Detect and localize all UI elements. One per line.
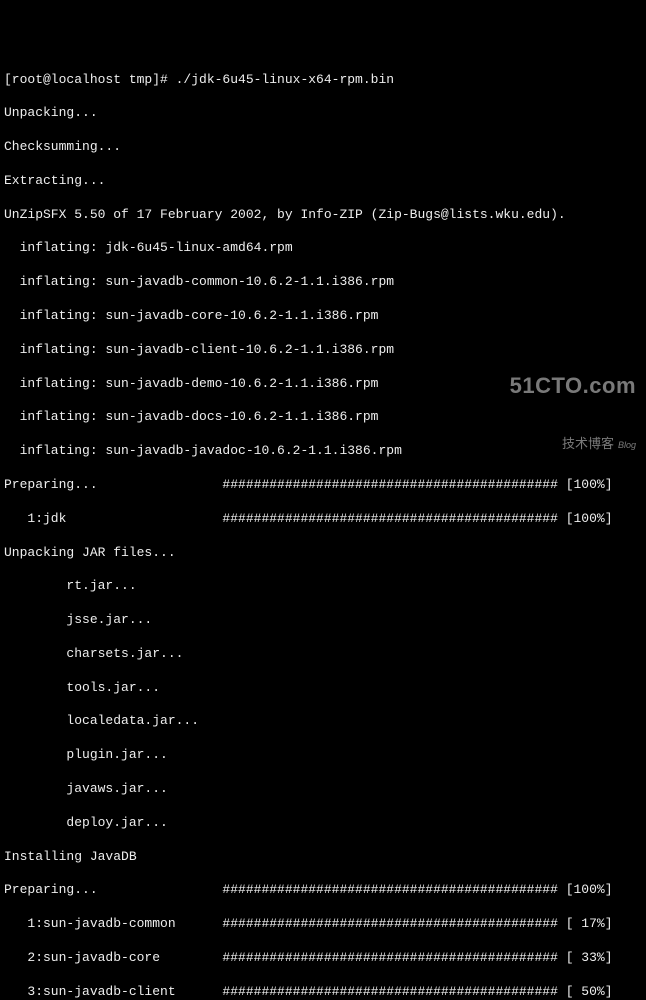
- output-line: javaws.jar...: [4, 781, 642, 798]
- progress-line: 2:sun-javadb-core ######################…: [4, 950, 642, 967]
- output-line: inflating: jdk-6u45-linux-amd64.rpm: [4, 240, 642, 257]
- output-line: Unpacking JAR files...: [4, 545, 642, 562]
- output-line: inflating: sun-javadb-javadoc-10.6.2-1.1…: [4, 443, 642, 460]
- output-line: Extracting...: [4, 173, 642, 190]
- output-line: rt.jar...: [4, 578, 642, 595]
- progress-line: Preparing... ###########################…: [4, 882, 642, 899]
- output-line: jsse.jar...: [4, 612, 642, 629]
- output-line: inflating: sun-javadb-docs-10.6.2-1.1.i3…: [4, 409, 642, 426]
- output-line: Unpacking...: [4, 105, 642, 122]
- output-line: deploy.jar...: [4, 815, 642, 832]
- output-line: Checksumming...: [4, 139, 642, 156]
- output-line: charsets.jar...: [4, 646, 642, 663]
- terminal-prompt: [root@localhost tmp]# ./jdk-6u45-linux-x…: [4, 72, 642, 89]
- output-line: inflating: sun-javadb-client-10.6.2-1.1.…: [4, 342, 642, 359]
- progress-line: Preparing... ###########################…: [4, 477, 642, 494]
- progress-line: 1:sun-javadb-common ####################…: [4, 916, 642, 933]
- output-line: inflating: sun-javadb-common-10.6.2-1.1.…: [4, 274, 642, 291]
- output-line: inflating: sun-javadb-core-10.6.2-1.1.i3…: [4, 308, 642, 325]
- output-line: inflating: sun-javadb-demo-10.6.2-1.1.i3…: [4, 376, 642, 393]
- output-line: Installing JavaDB: [4, 849, 642, 866]
- output-line: plugin.jar...: [4, 747, 642, 764]
- output-line: UnZipSFX 5.50 of 17 February 2002, by In…: [4, 207, 642, 224]
- output-line: localedata.jar...: [4, 713, 642, 730]
- output-line: tools.jar...: [4, 680, 642, 697]
- progress-line: 3:sun-javadb-client ####################…: [4, 984, 642, 1000]
- progress-line: 1:jdk ##################################…: [4, 511, 642, 528]
